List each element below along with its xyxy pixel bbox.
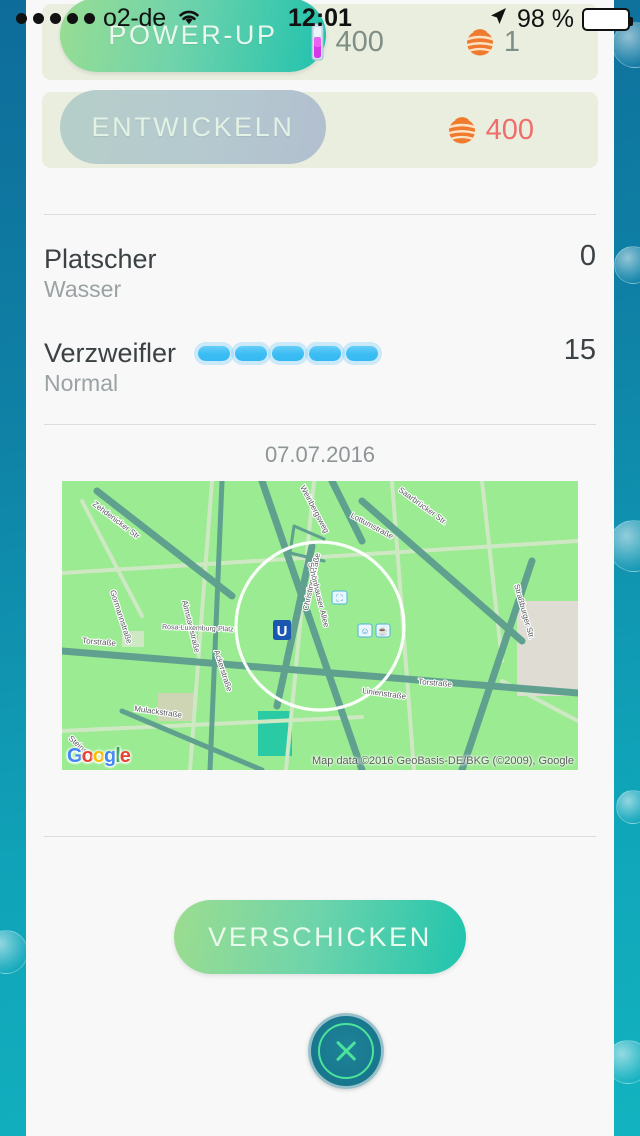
energy-bar <box>198 345 231 361</box>
evolve-label: ENTWICKELN <box>91 111 295 142</box>
moves-list: Platscher Wasser 0 Verzweifler Normal 15 <box>44 238 596 412</box>
evolve-cost: 400 <box>447 92 534 168</box>
svg-text:⛶: ⛶ <box>335 593 343 603</box>
background-bubble <box>0 930 28 974</box>
divider <box>44 424 596 425</box>
evolve-row: ENTWICKELN 400 <box>42 90 598 168</box>
svg-text:☺: ☺ <box>360 626 369 636</box>
move-energy-bars <box>198 345 379 361</box>
map-attribution: Map data ©2016 GeoBasis-DE/BKG (©2009), … <box>311 755 574 767</box>
move-damage: 0 <box>579 240 596 272</box>
move-type: Normal <box>44 370 119 396</box>
background-bubble <box>616 790 640 824</box>
close-x-icon <box>331 1036 361 1066</box>
energy-bar <box>235 345 268 361</box>
move-damage: 15 <box>563 334 596 366</box>
move-name: Platscher <box>44 243 157 274</box>
energy-bar <box>272 345 305 361</box>
move-type: Wasser <box>44 276 122 302</box>
battery-percent-label: 98 % <box>517 5 574 33</box>
background-bubble <box>614 246 640 284</box>
close-button[interactable] <box>308 1013 384 1089</box>
app-root: POWER-UP 400 1 ENTWICKELN 400 Platscher … <box>0 0 640 1136</box>
location-arrow-icon <box>487 5 509 34</box>
move-row[interactable]: Platscher Wasser 0 <box>44 238 596 318</box>
pokemon-detail-card: POWER-UP 400 1 ENTWICKELN 400 Platscher … <box>26 0 614 1136</box>
catch-date: 07.07.2016 <box>264 442 376 467</box>
catch-location-map[interactable]: .rd { stroke:#5fa08f; stroke-linecap:rou… <box>62 481 578 770</box>
energy-bar <box>309 345 342 361</box>
status-bar: o2-de 12:01 98 % <box>0 0 640 40</box>
move-name: Verzweifler <box>44 337 177 368</box>
transfer-label: VERSCHICKEN <box>208 921 432 952</box>
svg-text:U: U <box>277 623 288 640</box>
candy-icon <box>447 116 477 144</box>
evolve-candy-cost-value: 400 <box>485 113 534 146</box>
svg-text:☕: ☕ <box>377 625 388 636</box>
battery-icon <box>582 8 633 31</box>
google-logo: Google <box>67 745 131 767</box>
divider <box>44 214 596 215</box>
status-bar-right: 98 % <box>487 5 633 34</box>
move-row[interactable]: Verzweifler Normal 15 <box>44 332 596 412</box>
transfer-button[interactable]: VERSCHICKEN <box>174 900 466 974</box>
energy-bar <box>346 345 379 361</box>
divider <box>44 836 596 837</box>
evolve-button[interactable]: ENTWICKELN <box>60 90 326 164</box>
